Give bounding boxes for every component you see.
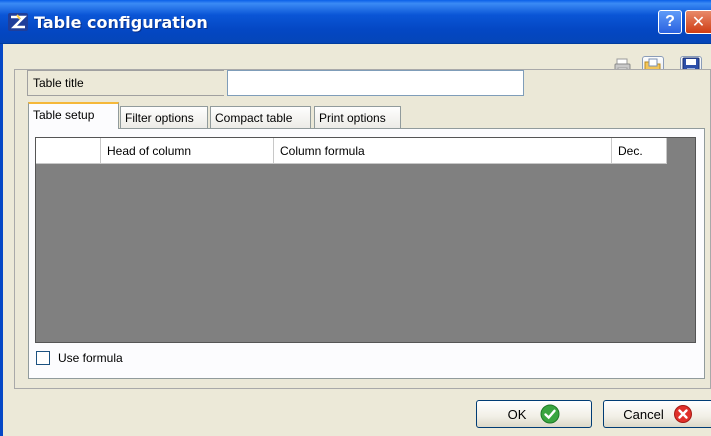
help-icon: ? bbox=[665, 13, 675, 30]
close-icon: ✕ bbox=[691, 14, 706, 31]
app-logo-icon bbox=[8, 13, 28, 31]
use-formula-option[interactable]: Use formula bbox=[36, 351, 123, 365]
columns-grid[interactable]: Head of column Column formula Dec. bbox=[35, 137, 696, 343]
grid-header-head-of-column[interactable]: Head of column bbox=[101, 138, 274, 164]
grid-header-indicator bbox=[36, 138, 101, 164]
table-title-label: Table title bbox=[27, 70, 224, 96]
title-bar[interactable]: Table configuration ? ✕ bbox=[0, 0, 711, 44]
tab-filter-options[interactable]: Filter options bbox=[120, 106, 208, 128]
use-formula-checkbox[interactable] bbox=[36, 351, 50, 365]
tab-compact-table[interactable]: Compact table bbox=[210, 106, 311, 128]
ok-label: OK bbox=[507, 406, 527, 422]
ok-button[interactable]: OK bbox=[476, 400, 592, 428]
grid-header-column-formula[interactable]: Column formula bbox=[274, 138, 612, 164]
cancel-label: Cancel bbox=[623, 406, 664, 422]
check-icon bbox=[540, 404, 560, 424]
grid-header: Head of column Column formula Dec. bbox=[36, 138, 667, 164]
tab-table-setup[interactable]: Table setup bbox=[28, 102, 119, 129]
use-formula-label: Use formula bbox=[58, 351, 123, 365]
help-button[interactable]: ? bbox=[658, 10, 682, 34]
cancel-button[interactable]: Cancel bbox=[603, 400, 711, 428]
grid-header-dec[interactable]: Dec. bbox=[612, 138, 667, 164]
close-button[interactable]: ✕ bbox=[685, 10, 711, 34]
tab-print-options[interactable]: Print options bbox=[314, 106, 401, 128]
table-title-input[interactable] bbox=[227, 70, 524, 96]
cancel-x-icon bbox=[673, 405, 692, 423]
window-title: Table configuration bbox=[34, 13, 208, 32]
